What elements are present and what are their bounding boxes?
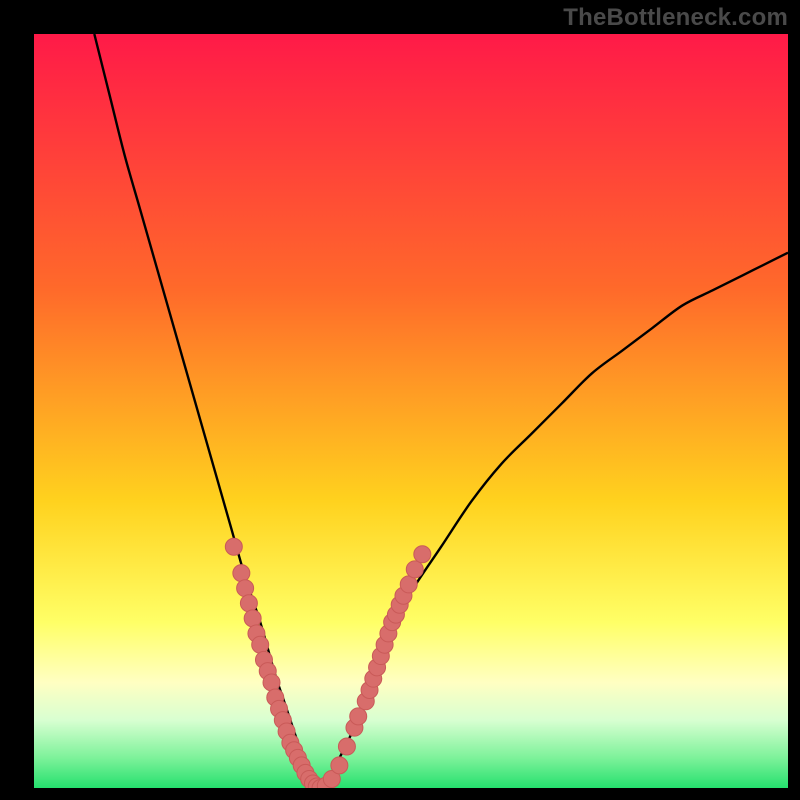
data-point xyxy=(263,674,280,691)
data-point xyxy=(414,546,431,563)
data-point xyxy=(252,636,269,653)
data-point xyxy=(350,708,367,725)
plot-area xyxy=(34,34,788,788)
data-point xyxy=(240,595,257,612)
data-point xyxy=(331,757,348,774)
data-point xyxy=(400,576,417,593)
data-point xyxy=(237,580,254,597)
data-point xyxy=(406,561,423,578)
data-point xyxy=(338,738,355,755)
chart-frame: TheBottleneck.com xyxy=(0,0,800,800)
data-point xyxy=(244,610,261,627)
bottleneck-chart xyxy=(0,0,800,800)
watermark-label: TheBottleneck.com xyxy=(563,4,788,32)
data-point xyxy=(225,538,242,555)
data-point xyxy=(233,565,250,582)
